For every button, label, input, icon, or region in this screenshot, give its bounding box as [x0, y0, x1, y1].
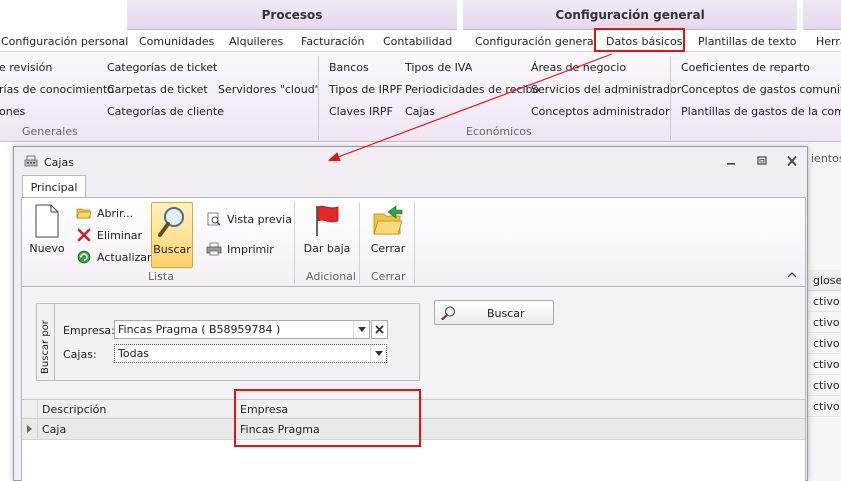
annotation-arrow — [327, 53, 613, 162]
